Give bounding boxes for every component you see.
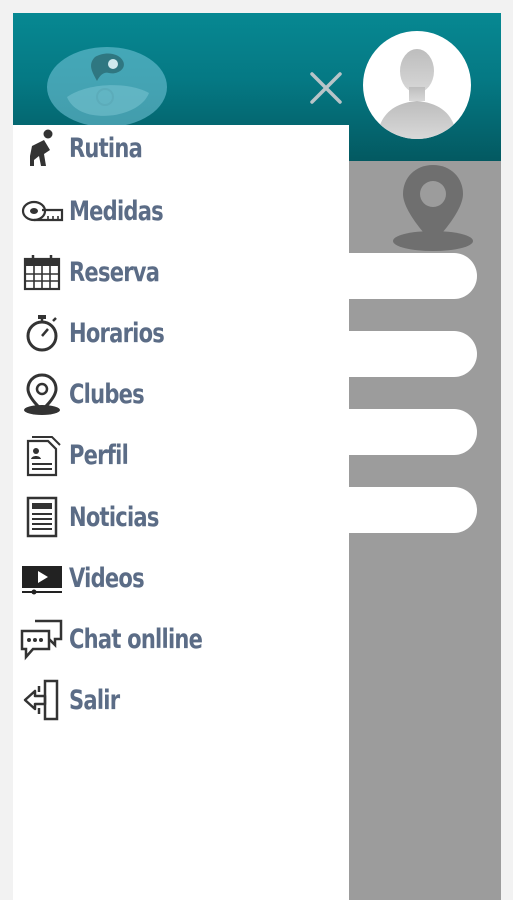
menu-label: Reserva (69, 256, 160, 288)
close-drawer-button[interactable] (305, 67, 347, 109)
menu-label: Noticias (69, 501, 159, 533)
menu-item-chat[interactable]: Chat onlline (19, 611, 339, 667)
profile-document-icon (19, 432, 65, 478)
chat-bubbles-icon (19, 616, 65, 662)
measuring-tape-icon (19, 188, 65, 234)
navigation-drawer: Rutina Medidas Reserva Horarios Clubes P… (13, 125, 349, 900)
menu-label: Medidas (69, 195, 164, 227)
menu-label: Clubes (69, 378, 145, 410)
menu-label: Horarios (69, 317, 165, 349)
menu-item-medidas[interactable]: Medidas (19, 183, 339, 239)
menu-item-videos[interactable]: Videos (19, 550, 339, 606)
calendar-icon (19, 249, 65, 295)
menu-label: Salir (69, 684, 120, 716)
map-pin-icon (19, 371, 65, 417)
video-player-icon (19, 555, 65, 601)
newspaper-icon (19, 494, 65, 540)
drawer-header (13, 13, 349, 127)
user-avatar[interactable] (363, 31, 471, 139)
menu-item-rutina[interactable]: Rutina (19, 120, 339, 176)
menu-label: Videos (69, 562, 145, 594)
app-screen: Rutina Medidas Reserva Horarios Clubes P… (13, 13, 501, 900)
menu-item-perfil[interactable]: Perfil (19, 427, 339, 483)
app-logo (47, 47, 167, 127)
menu-item-noticias[interactable]: Noticias (19, 489, 339, 545)
menu-item-reserva[interactable]: Reserva (19, 244, 339, 300)
location-pin-icon (393, 165, 473, 251)
exercise-icon (19, 125, 65, 171)
menu-item-clubes[interactable]: Clubes (19, 366, 339, 422)
stopwatch-icon (19, 310, 65, 356)
logo-mark-icon (67, 53, 149, 116)
close-icon (310, 72, 342, 104)
menu-label: Perfil (69, 439, 129, 471)
menu-label: Rutina (69, 132, 143, 164)
exit-door-icon (19, 677, 65, 723)
menu-item-salir[interactable]: Salir (19, 672, 339, 728)
menu-label: Chat onlline (69, 623, 203, 655)
person-silhouette-icon (377, 49, 457, 139)
menu-item-horarios[interactable]: Horarios (19, 305, 339, 361)
